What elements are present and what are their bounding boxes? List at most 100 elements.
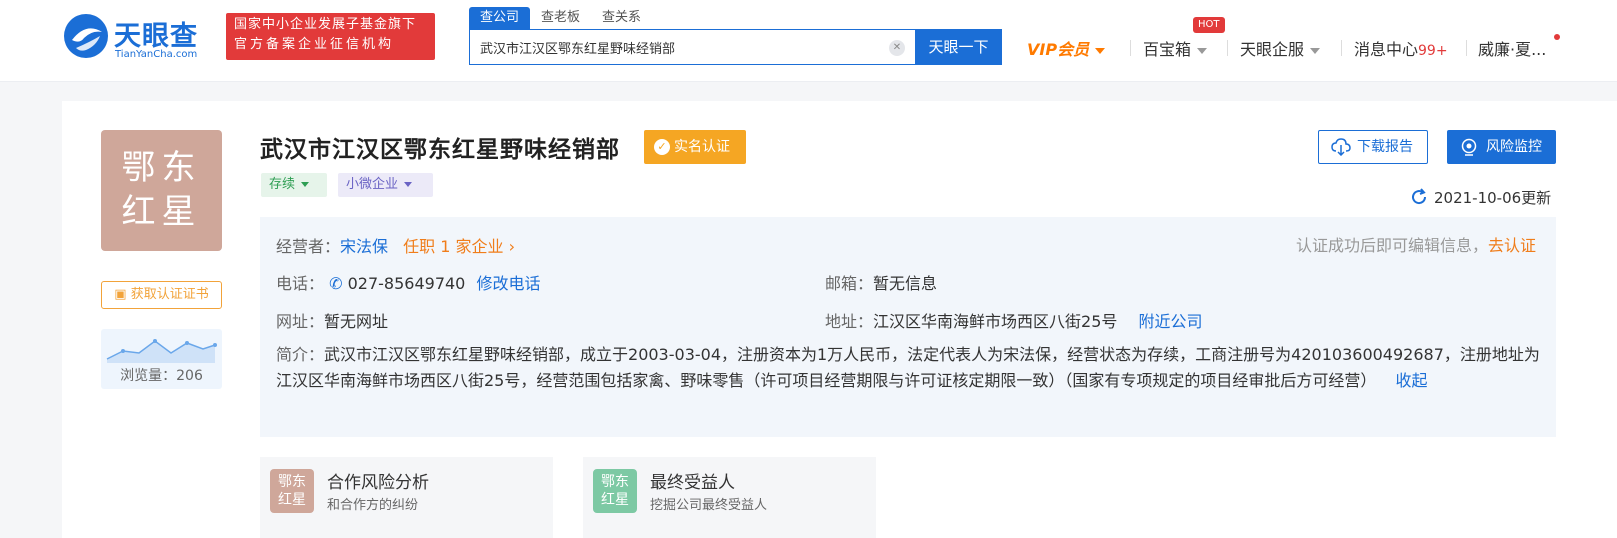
risk-monitor-button[interactable]: 风险监控 xyxy=(1447,130,1556,164)
tab-company[interactable]: 查公司 xyxy=(469,7,531,29)
search-input-value: 武汉市江汉区鄂东红星野味经销部 xyxy=(480,42,676,57)
risk-monitor-label: 风险监控 xyxy=(1486,139,1542,155)
logo-eye-icon xyxy=(64,14,108,58)
nearby-companies-link[interactable]: 附近公司 xyxy=(1138,312,1202,331)
collapse-link[interactable]: 收起 xyxy=(1395,371,1427,390)
card-subtitle: 和合作方的纠纷 xyxy=(327,498,419,513)
company-name: 武汉市江汉区鄂东红星野味经销部 xyxy=(260,137,620,163)
vip-member-menu[interactable]: VIP会员 xyxy=(1027,36,1106,60)
chevron-down-icon xyxy=(1197,47,1208,54)
company-avatar: 鄂东 红星 xyxy=(101,130,222,251)
address-value: 江汉区华南海鲜市场西区八街25号 xyxy=(873,312,1118,331)
cooperation-risk-card[interactable]: 鄂东 红星 合作风险分析 和合作方的纠纷 xyxy=(260,457,553,538)
address-row: 地址：江汉区华南海鲜市场西区八街25号 附近公司 xyxy=(825,308,1203,332)
user-menu[interactable]: 威廉·夏... xyxy=(1478,36,1546,60)
search-input[interactable]: 武汉市江汉区鄂东红星野味经销部 ✕ xyxy=(469,29,915,65)
website-label: 网址： xyxy=(276,312,325,331)
card-title: 最终受益人 xyxy=(650,473,735,493)
avatar-line-1: 鄂东 xyxy=(121,148,202,188)
download-report-label: 下载报告 xyxy=(1357,139,1413,155)
address-label: 地址： xyxy=(825,312,874,331)
logo-subtext: TianYanCha.com xyxy=(115,49,198,60)
views-sparkline xyxy=(106,339,217,363)
cloud-download-icon xyxy=(1331,138,1351,156)
messages-count-badge: 99+ xyxy=(1418,43,1448,59)
enterprise-label: 天眼企服 xyxy=(1240,40,1305,59)
edit-hint: 认证成功后即可编辑信息，去认证 xyxy=(1296,232,1536,256)
size-tag-label: 小微企业 xyxy=(346,177,399,192)
logo-text: 天眼查 xyxy=(114,21,198,52)
views-panel: 浏览量：206 xyxy=(101,329,222,389)
chevron-down-icon xyxy=(404,182,413,187)
chevron-down-icon xyxy=(301,182,310,187)
chevron-down-icon xyxy=(1095,47,1106,54)
download-report-button[interactable]: 下载报告 xyxy=(1318,130,1428,164)
tab-boss[interactable]: 查老板 xyxy=(530,7,591,29)
basic-info-panel: 经营者：宋法保 任职 1 家企业 › 认证成功后即可编辑信息，去认证 电话： ✆… xyxy=(260,217,1556,437)
get-certificate-button[interactable]: ▣ 获取认证证书 xyxy=(101,281,222,309)
go-verify-link[interactable]: 去认证 xyxy=(1488,236,1536,255)
intro-text: 武汉市江汉区鄂东红星野味经销部，成立于2003-03-04，注册资本为1万人民币… xyxy=(276,345,1540,390)
verified-badge[interactable]: ✓ 实名认证 xyxy=(644,130,746,164)
card-avatar: 鄂东 红星 xyxy=(270,469,314,513)
certificate-icon: ▣ xyxy=(114,287,127,302)
ultimate-beneficiary-card[interactable]: 鄂东 红星 最终受益人 挖掘公司最终受益人 xyxy=(583,457,876,538)
views-count: 浏览量：206 xyxy=(120,368,203,384)
card-avatar-line-1: 鄂东 xyxy=(278,474,306,490)
operator-name-link[interactable]: 宋法保 xyxy=(340,237,388,256)
banner-line-1: 国家中小企业发展子基金旗下 xyxy=(234,17,417,32)
status-tag[interactable]: 存续 xyxy=(261,173,327,197)
size-tag[interactable]: 小微企业 xyxy=(338,173,433,197)
tab-relation[interactable]: 查关系 xyxy=(591,7,652,29)
card-title: 合作风险分析 xyxy=(327,473,429,493)
status-tag-label: 存续 xyxy=(269,177,296,192)
website-row: 网址：暂无网址 xyxy=(276,308,388,332)
nav-divider xyxy=(1341,40,1342,56)
card-avatar: 鄂东 红星 xyxy=(593,469,637,513)
enterprise-service-menu[interactable]: 天眼企服 xyxy=(1240,36,1321,60)
edit-hint-text: 认证成功后即可编辑信息， xyxy=(1295,236,1488,255)
search-button[interactable]: 天眼一下 xyxy=(915,29,1002,65)
clear-search-icon[interactable]: ✕ xyxy=(889,40,905,56)
card-subtitle: 挖掘公司最终受益人 xyxy=(650,498,768,513)
card-avatar-line-2: 红星 xyxy=(278,492,306,508)
nav-divider xyxy=(1227,40,1228,56)
phone-value: 027-85649740 xyxy=(347,274,466,293)
email-label: 邮箱： xyxy=(825,274,874,293)
hot-badge: HOT xyxy=(1193,17,1225,33)
website-value: 暂无网址 xyxy=(324,312,389,331)
operator-label: 经营者： xyxy=(276,237,341,256)
card-avatar-line-1: 鄂东 xyxy=(601,474,629,490)
certificate-label: 获取认证证书 xyxy=(130,287,209,302)
notification-dot xyxy=(1554,34,1560,40)
treasure-label: 百宝箱 xyxy=(1143,40,1192,59)
search-tabs: 查公司 查老板 查关系 xyxy=(469,7,652,29)
email-row: 邮箱：暂无信息 xyxy=(825,270,937,294)
operator-jobs-link[interactable]: 任职 1 家企业 › xyxy=(403,237,515,256)
intro-label: 简介： xyxy=(276,345,325,364)
company-intro: 简介：武汉市江汉区鄂东红星野味经销部，成立于2003-03-04，注册资本为1万… xyxy=(276,342,1540,394)
operator-jobs-label: 任职 1 家企业 xyxy=(403,237,504,256)
verified-label: 实名认证 xyxy=(674,139,730,155)
edit-phone-link[interactable]: 修改电话 xyxy=(476,274,540,293)
treasure-box-menu[interactable]: 百宝箱 xyxy=(1143,36,1208,60)
tianyancha-logo[interactable]: 天眼查 TianYanCha.com xyxy=(62,12,212,62)
phone-icon: ✆ xyxy=(329,274,343,293)
banner-line-2: 官方备案企业征信机构 xyxy=(234,37,395,52)
chevron-down-icon xyxy=(1310,47,1321,54)
phone-label: 电话： xyxy=(276,274,325,293)
check-icon: ✓ xyxy=(654,139,670,155)
nav-divider xyxy=(1130,40,1131,56)
messages-label: 消息中心 xyxy=(1354,40,1419,59)
operator-row: 经营者：宋法保 任职 1 家企业 › xyxy=(276,233,515,257)
phone-row: 电话： ✆ 027-85649740 修改电话 xyxy=(276,270,540,294)
update-time-label: 2021-10-06更新 xyxy=(1434,189,1552,207)
monitor-eye-icon xyxy=(1461,138,1477,156)
card-avatar-line-2: 红星 xyxy=(601,492,629,508)
nav-divider xyxy=(1466,40,1467,56)
refresh-icon xyxy=(1412,188,1427,205)
official-banner: 国家中小企业发展子基金旗下 官方备案企业征信机构 xyxy=(226,13,435,60)
vip-label: VIP会员 xyxy=(1027,40,1090,59)
message-center-link[interactable]: 消息中心99+ xyxy=(1354,36,1448,60)
email-value: 暂无信息 xyxy=(873,274,938,293)
